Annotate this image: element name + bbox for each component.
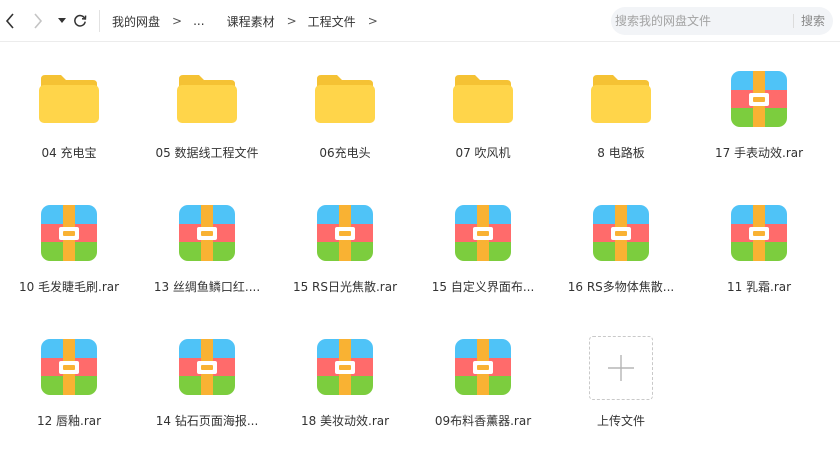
archive-icon-wrap <box>317 205 373 261</box>
file-item[interactable]: 11 乳霜.rar <box>690 194 828 314</box>
breadcrumb-separator: > <box>367 14 378 28</box>
file-name: 13 丝绸鱼鳞口红.... <box>153 280 261 294</box>
file-name: 07 吹风机 <box>455 146 511 160</box>
file-item[interactable]: 15 自定义界面布... <box>414 194 552 314</box>
file-item[interactable]: 18 美妆动效.rar <box>276 328 414 448</box>
archive-icon <box>731 71 787 127</box>
plus-icon <box>608 355 634 381</box>
archive-icon-wrap <box>455 339 511 395</box>
search-divider <box>793 14 794 28</box>
file-name: 04 充电宝 <box>41 146 97 160</box>
breadcrumb-item-ellipsis[interactable]: ... <box>193 14 204 28</box>
archive-icon-wrap <box>41 339 97 395</box>
archive-icon <box>455 205 511 261</box>
upload-label: 上传文件 <box>596 414 645 428</box>
file-item[interactable]: 14 钻石页面海报... <box>138 328 276 448</box>
folder-icon <box>315 75 375 123</box>
file-name: 10 毛发睫毛刷.rar <box>18 280 120 294</box>
file-name: 15 自定义界面布... <box>431 280 535 294</box>
triangle-down-icon <box>58 18 66 23</box>
folder-item[interactable]: 8 电路板 <box>552 60 690 180</box>
breadcrumb: 我的网盘 > ... > 课程素材 > 工程文件 > <box>112 0 389 42</box>
archive-icon <box>731 205 787 261</box>
folder-icon <box>39 75 99 123</box>
file-name: 15 RS日光焦散.rar <box>292 280 398 294</box>
folder-item[interactable]: 05 数据线工程文件 <box>138 60 276 180</box>
toolbar: 我的网盘 > ... > 课程素材 > 工程文件 > 搜索 <box>0 0 840 42</box>
folder-item[interactable]: 07 吹风机 <box>414 60 552 180</box>
breadcrumb-separator: > <box>172 14 183 28</box>
archive-icon-wrap <box>455 205 511 261</box>
archive-icon <box>317 339 373 395</box>
back-button[interactable] <box>0 10 20 32</box>
archive-icon-wrap <box>317 339 373 395</box>
upload-box <box>589 336 653 400</box>
archive-icon <box>179 205 235 261</box>
chevron-right-icon <box>34 13 43 29</box>
file-item[interactable]: 17 手表动效.rar <box>690 60 828 180</box>
file-name: 06充电头 <box>319 146 371 160</box>
file-name: 11 乳霜.rar <box>726 280 792 294</box>
archive-icon-wrap <box>41 205 97 261</box>
upload-file-button[interactable]: 上传文件 <box>552 336 690 456</box>
folder-item[interactable]: 04 充电宝 <box>0 60 138 180</box>
archive-icon-wrap <box>593 205 649 261</box>
archive-icon <box>317 205 373 261</box>
file-item[interactable]: 10 毛发睫毛刷.rar <box>0 194 138 314</box>
archive-icon <box>41 205 97 261</box>
folder-icon <box>453 75 513 123</box>
folder-item[interactable]: 06充电头 <box>276 60 414 180</box>
refresh-button[interactable] <box>70 10 90 32</box>
file-item[interactable]: 16 RS多物体焦散... <box>552 194 690 314</box>
file-item[interactable]: 13 丝绸鱼鳞口红.... <box>138 194 276 314</box>
breadcrumb-item-project-files[interactable]: 工程文件 <box>308 13 356 30</box>
file-name: 17 手表动效.rar <box>714 146 804 160</box>
archive-icon <box>455 339 511 395</box>
breadcrumb-item-my-drive[interactable]: 我的网盘 <box>112 13 160 30</box>
archive-icon <box>179 339 235 395</box>
archive-icon-wrap <box>179 205 235 261</box>
file-name: 05 数据线工程文件 <box>155 146 259 160</box>
search-button[interactable]: 搜索 <box>801 7 825 35</box>
folder-icon <box>591 75 651 123</box>
folder-icon <box>177 75 237 123</box>
file-name: 09布料香薰器.rar <box>434 414 532 428</box>
file-name: 8 电路板 <box>597 146 645 160</box>
file-item[interactable]: 12 唇釉.rar <box>0 328 138 448</box>
file-name: 12 唇釉.rar <box>36 414 102 428</box>
breadcrumb-item-course-materials[interactable]: 课程素材 <box>227 13 275 30</box>
folder-icon-wrap <box>39 71 99 127</box>
chevron-left-icon <box>5 13 14 29</box>
archive-icon-wrap <box>731 71 787 127</box>
history-dropdown-button[interactable] <box>52 10 72 32</box>
search-input[interactable] <box>615 7 791 35</box>
archive-icon <box>41 339 97 395</box>
folder-icon-wrap <box>591 71 651 127</box>
breadcrumb-separator: > <box>286 14 297 28</box>
file-item[interactable]: 09布料香薰器.rar <box>414 328 552 448</box>
toolbar-divider <box>99 10 100 32</box>
archive-icon <box>593 205 649 261</box>
archive-icon-wrap <box>731 205 787 261</box>
file-item[interactable]: 15 RS日光焦散.rar <box>276 194 414 314</box>
search-box: 搜索 <box>611 7 833 35</box>
forward-button[interactable] <box>28 10 48 32</box>
refresh-icon <box>74 14 87 27</box>
archive-icon-wrap <box>179 339 235 395</box>
folder-icon-wrap <box>315 71 375 127</box>
file-name: 18 美妆动效.rar <box>300 414 390 428</box>
file-name: 14 钻石页面海报... <box>155 414 259 428</box>
file-name: 16 RS多物体焦散... <box>567 280 675 294</box>
folder-icon-wrap <box>177 71 237 127</box>
folder-icon-wrap <box>453 71 513 127</box>
